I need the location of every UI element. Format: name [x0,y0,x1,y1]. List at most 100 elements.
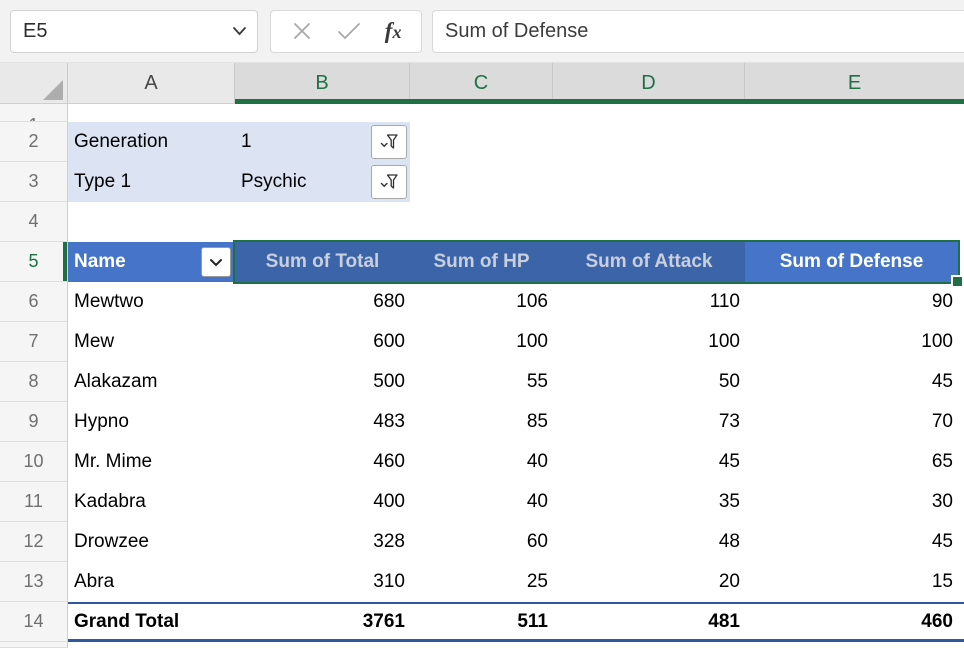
cell-grand-defense[interactable]: 460 [745,604,958,639]
row-header-5[interactable]: 5 [0,242,68,282]
cell-total[interactable]: 500 [235,362,410,402]
cell-hp[interactable]: 106 [410,282,553,322]
cell-hp[interactable]: 25 [410,562,553,602]
empty-cell[interactable] [958,322,964,362]
cell-attack[interactable]: 20 [553,562,745,602]
cell-total[interactable]: 680 [235,282,410,322]
filter-field-generation[interactable]: Generation [68,122,235,162]
cell-total[interactable]: 400 [235,482,410,522]
cell-attack[interactable]: 45 [553,442,745,482]
cell-defense[interactable]: 30 [745,482,958,522]
row-header-2[interactable]: 2 [0,122,68,162]
cell-name[interactable]: Drowzee [68,522,235,562]
cell-defense[interactable]: 90 [745,282,958,322]
cell-hp[interactable]: 55 [410,362,553,402]
empty-cell[interactable] [958,522,964,562]
row-header-4[interactable]: 4 [0,202,68,242]
empty-cells-row1[interactable] [68,104,964,122]
empty-cell[interactable] [958,604,964,639]
cell-total[interactable]: 328 [235,522,410,562]
cell-defense[interactable]: 45 [745,362,958,402]
empty-cell[interactable] [958,442,964,482]
empty-cells-row4[interactable] [68,202,964,242]
column-header-b[interactable]: B [235,63,410,103]
row-header-1[interactable]: 1 [0,104,68,122]
cancel-icon[interactable] [291,20,313,42]
row-header-10[interactable]: 10 [0,442,68,482]
empty-cells-row3[interactable] [410,162,964,202]
pivot-header-sum-of-hp[interactable]: Sum of HP [410,242,553,282]
pivot-data-row: 13 Abra 310 25 20 15 [0,562,964,602]
cell-grand-attack[interactable]: 481 [553,604,745,639]
empty-cell[interactable] [958,402,964,442]
empty-cell[interactable] [958,282,964,322]
row-header-14[interactable]: 14 [0,602,68,642]
cell-attack[interactable]: 50 [553,362,745,402]
filter-field-type1[interactable]: Type 1 [68,162,235,202]
filter-value-generation[interactable]: 1 [235,122,410,162]
enter-check-icon[interactable] [336,21,362,41]
name-column-dropdown-button[interactable] [201,247,231,277]
cell-grand-total-label[interactable]: Grand Total [68,604,235,639]
fill-handle[interactable] [951,275,964,288]
cell-grand-hp[interactable]: 511 [410,604,553,639]
row-number: 4 [28,211,38,232]
empty-cell[interactable] [958,562,964,602]
cell-defense[interactable]: 70 [745,402,958,442]
row-header-15[interactable] [0,642,68,648]
row-header-12[interactable]: 12 [0,522,68,562]
cell-hp[interactable]: 85 [410,402,553,442]
cell-name[interactable]: Hypno [68,402,235,442]
cell-name[interactable]: Abra [68,562,235,602]
row-header-3[interactable]: 3 [0,162,68,202]
cell-hp[interactable]: 100 [410,322,553,362]
cell-hp[interactable]: 60 [410,522,553,562]
column-header-d[interactable]: D [553,63,745,103]
column-header-a[interactable]: A [68,63,235,103]
pivot-header-name[interactable]: Name [68,242,235,282]
cell-attack[interactable]: 35 [553,482,745,522]
cell-attack[interactable]: 73 [553,402,745,442]
cell-hp[interactable]: 40 [410,482,553,522]
name-box[interactable]: E5 [10,10,258,53]
row-header-8[interactable]: 8 [0,362,68,402]
cell-attack[interactable]: 48 [553,522,745,562]
cell-grand-total[interactable]: 3761 [235,604,410,639]
column-header-c[interactable]: C [410,63,553,103]
pivot-header-sum-of-defense-active-cell[interactable]: Sum of Defense [745,242,958,282]
cell-total[interactable]: 483 [235,402,410,442]
pivot-header-sum-of-total[interactable]: Sum of Total [235,242,410,282]
row-header-6[interactable]: 6 [0,282,68,322]
cell-defense[interactable]: 100 [745,322,958,362]
column-header-e[interactable]: E [745,63,964,103]
cell-name[interactable]: Mr. Mime [68,442,235,482]
cell-total[interactable]: 600 [235,322,410,362]
cell-total[interactable]: 460 [235,442,410,482]
cell-name[interactable]: Alakazam [68,362,235,402]
empty-cell[interactable] [958,482,964,522]
row-header-13[interactable]: 13 [0,562,68,602]
cell-defense[interactable]: 45 [745,522,958,562]
type1-filter-button[interactable] [371,165,407,199]
pivot-header-sum-of-attack[interactable]: Sum of Attack [553,242,745,282]
empty-cell[interactable] [68,642,964,648]
filter-value-type1[interactable]: Psychic [235,162,410,202]
cell-attack[interactable]: 100 [553,322,745,362]
cell-name[interactable]: Kadabra [68,482,235,522]
row-header-9[interactable]: 9 [0,402,68,442]
cell-defense[interactable]: 15 [745,562,958,602]
cell-name[interactable]: Mewtwo [68,282,235,322]
row-header-11[interactable]: 11 [0,482,68,522]
cell-hp[interactable]: 40 [410,442,553,482]
cell-total[interactable]: 310 [235,562,410,602]
cell-defense[interactable]: 65 [745,442,958,482]
select-all-corner[interactable] [0,63,68,103]
generation-filter-button[interactable] [371,125,407,159]
insert-function-button[interactable]: fx [385,18,402,44]
cell-attack[interactable]: 110 [553,282,745,322]
empty-cells-row2[interactable] [410,122,964,162]
formula-bar-input[interactable]: Sum of Defense [432,10,964,53]
cell-name[interactable]: Mew [68,322,235,362]
row-header-7[interactable]: 7 [0,322,68,362]
empty-cell[interactable] [958,362,964,402]
